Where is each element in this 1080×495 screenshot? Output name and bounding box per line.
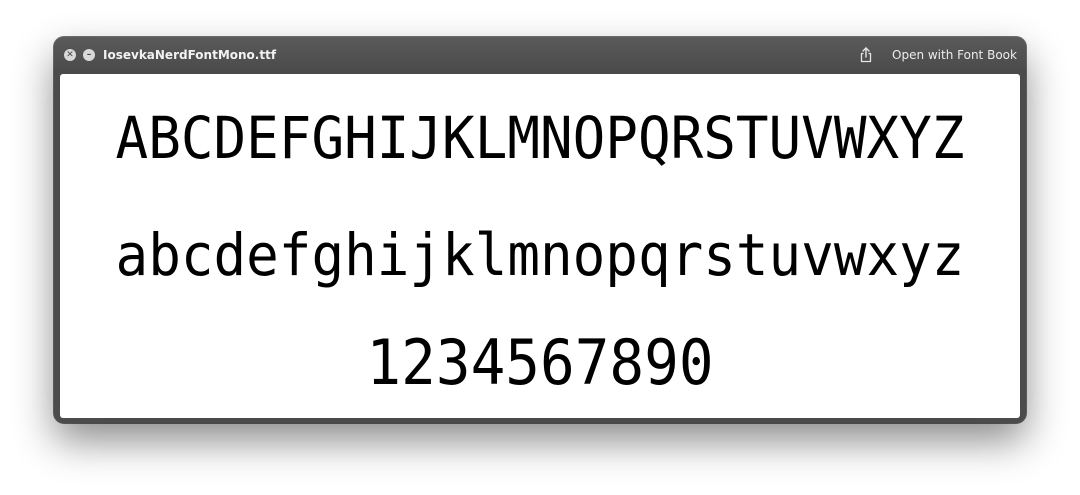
window-title: IosevkaNerdFontMono.ttf xyxy=(103,48,277,62)
title-bar[interactable]: ✕ – IosevkaNerdFontMono.ttf Open with Fo… xyxy=(54,37,1026,73)
quicklook-window: ✕ – IosevkaNerdFontMono.ttf Open with Fo… xyxy=(54,37,1026,423)
minimize-icon[interactable]: – xyxy=(83,49,95,61)
open-with-font-book-button[interactable]: Open with Font Book xyxy=(886,44,1023,66)
uppercase-sample: ABCDEFGHIJKLMNOPQRSTUVWXYZ xyxy=(115,104,965,172)
font-preview-area: ABCDEFGHIJKLMNOPQRSTUVWXYZ abcdefghijklm… xyxy=(60,74,1020,418)
share-icon[interactable] xyxy=(858,46,874,64)
screenshot-stage: ✕ – IosevkaNerdFontMono.ttf Open with Fo… xyxy=(0,0,1080,495)
lowercase-sample: abcdefghijklmnopqrstuvwxyz xyxy=(115,221,965,289)
digits-sample: 1234567890 xyxy=(366,326,714,399)
close-icon[interactable]: ✕ xyxy=(64,49,76,61)
